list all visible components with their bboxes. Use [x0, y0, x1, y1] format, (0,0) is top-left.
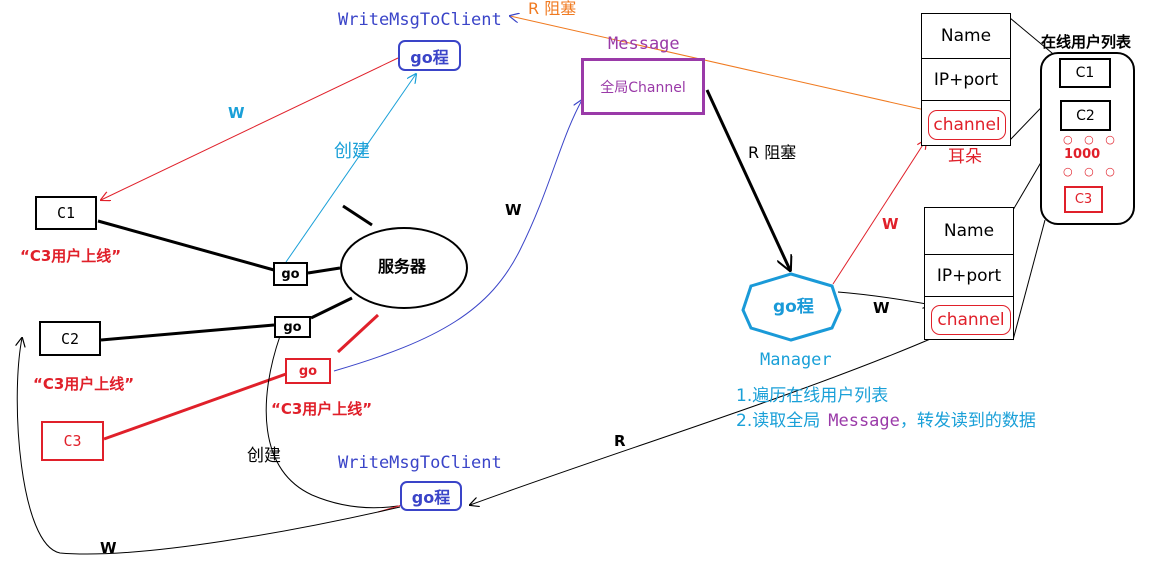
table2-list-link-2 — [1012, 219, 1046, 341]
r-blocked-manager-arrow — [705, 89, 790, 270]
step2-message: Message — [828, 411, 900, 431]
table2-channel[interactable]: channel — [931, 305, 1011, 335]
client-c3[interactable]: C3 — [41, 421, 104, 461]
table2-ip-port: IP+port — [925, 255, 1013, 297]
diagram-canvas: C1 C2 C3 “C3用户上线” “C3用户上线” “C3用户上线” go g… — [0, 0, 1156, 568]
server-label: 服务器 — [378, 257, 427, 276]
c1-go-link — [97, 219, 275, 272]
w-label-red: W — [882, 215, 899, 233]
manager-step-1: 1.遍历在线用户列表 — [736, 386, 889, 406]
go-server-link — [307, 266, 341, 275]
r-blocked-label: R 阻塞 — [748, 143, 797, 162]
manager-label: Manager — [760, 350, 832, 370]
create-label-bottom: 创建 — [247, 446, 281, 466]
table1-ip-port: IP+port — [922, 59, 1010, 101]
server-bottom-stroke — [310, 296, 353, 320]
write-msg-top-label: WriteMsgToClient — [338, 10, 502, 30]
w-label-bottom: W — [100, 539, 117, 557]
online-list-title: 在线用户列表 — [1041, 33, 1132, 51]
go-box-c2[interactable]: go — [274, 316, 311, 338]
client-c1[interactable]: C1 — [35, 196, 97, 230]
c1-online-label: “C3用户上线” — [20, 247, 122, 265]
table2-name: Name — [925, 208, 1013, 255]
ear-label: 耳朵 — [948, 147, 982, 167]
write-msg-bottom-label: WriteMsgToClient — [338, 453, 502, 473]
w-label-top: W — [228, 104, 245, 122]
manager-go-label: go程 — [773, 297, 814, 317]
user-table-2: Name IP+port channel — [924, 207, 1014, 340]
online-list-count: 1000 — [1064, 147, 1101, 162]
go-cheng-top[interactable]: go程 — [398, 40, 461, 71]
c2-online-label: “C3用户上线” — [33, 375, 135, 393]
manager-step-2: 2.读取全局 Message，转发读到的数据 — [736, 413, 1036, 430]
user-table-1: Name IP+port channel — [921, 13, 1011, 146]
r-blocked-label-top: R 阻塞 — [528, 0, 577, 18]
online-list-dots-top: ○ ○ ○ — [1063, 133, 1119, 146]
table1-name: Name — [922, 14, 1010, 59]
table1-channel[interactable]: channel — [928, 110, 1006, 140]
w-label-manager: W — [873, 299, 890, 317]
go-box-c1[interactable]: go — [273, 262, 308, 286]
w-to-c1-arrow — [101, 57, 399, 200]
global-channel-box[interactable]: 全局Channel — [581, 58, 705, 115]
step2-suffix: ，转发读到的数据 — [899, 411, 1036, 431]
c3-online-label: “C3用户上线” — [271, 400, 373, 418]
c2-go-link — [100, 323, 275, 342]
message-label: Message — [608, 34, 680, 54]
r-blocked-arrow — [510, 16, 926, 111]
w-to-channel1-arrow — [832, 140, 926, 285]
go-box-c3[interactable]: go — [285, 358, 331, 384]
r-label-bottom: R — [614, 432, 626, 450]
online-list-c2[interactable]: C2 — [1060, 100, 1111, 131]
online-list-dots-bottom: ○ ○ ○ — [1063, 165, 1119, 178]
w-label-middle: W — [505, 201, 522, 219]
server-top-stroke — [342, 204, 373, 227]
go-cheng-bottom[interactable]: go程 — [400, 481, 462, 511]
client-c2[interactable]: C2 — [39, 321, 101, 356]
online-list-c1[interactable]: C1 — [1059, 58, 1111, 88]
online-list-c3[interactable]: C3 — [1064, 186, 1103, 213]
server-red-stroke — [336, 313, 380, 354]
create-label-top: 创建 — [334, 141, 370, 162]
step2-prefix: 2.读取全局 — [736, 411, 821, 431]
